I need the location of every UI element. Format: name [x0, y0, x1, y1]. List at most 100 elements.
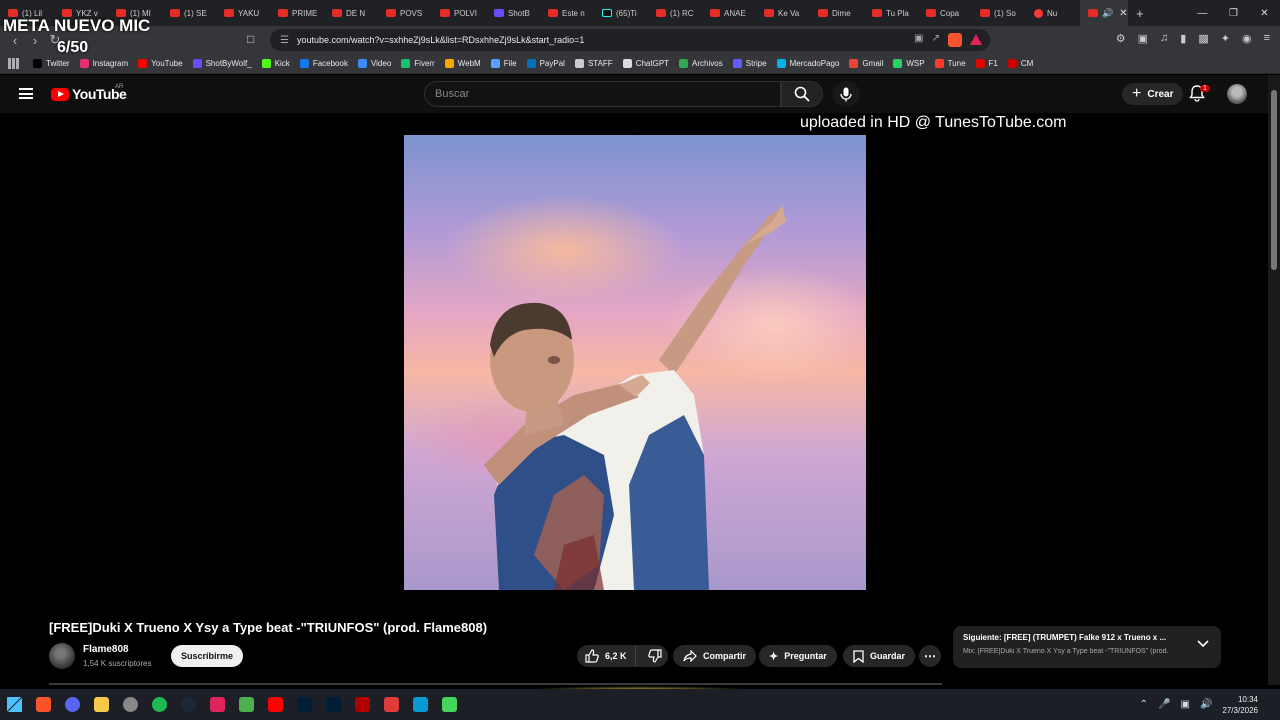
extensions-icon[interactable]: ⚙	[1116, 32, 1126, 45]
bookmark-item[interactable]: Video	[357, 59, 391, 68]
close-tab-icon[interactable]: ✕	[1119, 8, 1127, 19]
bookmark-item[interactable]: File	[490, 59, 517, 68]
clock[interactable]: 10:34 27/3/2026	[1222, 694, 1258, 716]
more-actions-button[interactable]: ⋯	[919, 645, 941, 667]
brave-rewards-icon[interactable]	[970, 34, 982, 45]
bookmark-item[interactable]: Instagram	[79, 59, 128, 68]
minimize-icon[interactable]: —	[1187, 0, 1218, 26]
bookmark-item[interactable]: Facebook	[299, 59, 348, 68]
bookmark-item[interactable]: ChatGPT	[622, 59, 669, 68]
sidebar-icon[interactable]: ▮	[1180, 32, 1186, 45]
bookmark-item[interactable]: MercadoPago	[776, 59, 839, 68]
taskbar-photoshop[interactable]	[290, 689, 319, 720]
bookmark-item[interactable]: YouTube	[138, 59, 183, 68]
wallet-icon[interactable]: ▩	[1198, 32, 1208, 45]
vpn-icon[interactable]: ◉	[1242, 32, 1252, 45]
brave-shield-icon[interactable]	[948, 33, 962, 47]
taskbar-steam[interactable]	[174, 689, 203, 720]
ask-button[interactable]: ✦ Preguntar	[759, 645, 837, 667]
bookmark-item[interactable]: ShotByWolf_	[192, 59, 252, 68]
new-tab-icon[interactable]: +	[1136, 6, 1144, 21]
bookmark-item[interactable]: Kick	[261, 59, 290, 68]
browser-tab[interactable]: YAKU	[216, 0, 270, 26]
bookmark-item[interactable]: WSP	[893, 59, 925, 68]
browser-tab[interactable]: Tu Pla	[864, 0, 918, 26]
share-icon[interactable]: ↗	[932, 33, 940, 47]
mic-tray-icon[interactable]: 🎤	[1158, 699, 1170, 710]
voice-search-button[interactable]	[832, 81, 860, 107]
audio-playing-icon[interactable]: 🔊	[1102, 8, 1113, 19]
user-avatar[interactable]	[1227, 84, 1247, 104]
leo-icon[interactable]: ✦	[1221, 32, 1230, 45]
bookmark-item[interactable]: STAFF	[574, 59, 613, 68]
chevron-down-icon[interactable]	[1197, 640, 1209, 648]
browser-tab[interactable]: Nu	[1026, 0, 1080, 26]
cast-icon[interactable]: ▣	[914, 33, 923, 47]
taskbar-red-app[interactable]	[348, 689, 377, 720]
bookmark-item[interactable]: Tune	[934, 59, 966, 68]
like-button[interactable]: 6,2 K	[577, 645, 636, 667]
browser-tab[interactable]: POVS	[378, 0, 432, 26]
browser-tab[interactable]: POLVI	[432, 0, 486, 26]
bookmark-item[interactable]: Fiverr	[401, 59, 435, 68]
taskbar-brave[interactable]	[29, 689, 58, 720]
browser-tab[interactable]: ANAE	[702, 0, 756, 26]
taskbar-spotify[interactable]	[145, 689, 174, 720]
browser-tab[interactable]: DE N	[324, 0, 378, 26]
taskbar-windows-start[interactable]	[0, 689, 29, 720]
bookmark-item[interactable]: Archivos	[679, 59, 723, 68]
page-scrollbar[interactable]	[1268, 75, 1280, 685]
taskbar-discord[interactable]	[58, 689, 87, 720]
video-frame-image[interactable]	[404, 135, 866, 590]
browser-tab[interactable]: PRIME	[270, 0, 324, 26]
site-info-icon[interactable]: ☰	[280, 35, 289, 46]
bookmark-item[interactable]: WebM	[444, 59, 481, 68]
browser-tab[interactable]: ShotB	[486, 0, 540, 26]
screenshot-icon[interactable]: ▣	[1138, 32, 1148, 45]
channel-avatar[interactable]	[49, 643, 75, 669]
apps-grid-icon[interactable]	[8, 58, 19, 69]
bookmark-icon[interactable]: □	[247, 32, 254, 46]
bookmark-item[interactable]: Twitter	[33, 59, 70, 68]
taskbar-capcut[interactable]	[406, 689, 435, 720]
browser-tab[interactable]: (1) SE	[162, 0, 216, 26]
volume-icon[interactable]: 🔊	[1200, 699, 1212, 710]
bookmark-item[interactable]: F1	[975, 59, 998, 68]
hamburger-menu-icon[interactable]	[19, 88, 33, 99]
tray-chevron-icon[interactable]: ⌃	[1140, 699, 1148, 710]
active-tab[interactable]: 🔊 ✕	[1080, 0, 1128, 26]
browser-tab[interactable]: Dime	[810, 0, 864, 26]
taskbar-file-explorer[interactable]	[87, 689, 116, 720]
subscribe-button[interactable]: Suscribirme	[171, 645, 244, 667]
up-next-card[interactable]: Siguiente: [FREE] (TRUMPET) Falke 912 x …	[953, 626, 1221, 668]
taskbar-adobe[interactable]	[203, 689, 232, 720]
url-bar[interactable]: ☰ youtube.com/watch?v=sxhheZj9sLk&list=R…	[270, 29, 990, 51]
share-button[interactable]: Compartir	[673, 645, 757, 667]
search-button[interactable]	[781, 81, 823, 107]
bookmark-item[interactable]: Gmail	[849, 59, 883, 68]
menu-icon[interactable]: ≡	[1264, 32, 1270, 45]
dislike-button[interactable]	[642, 645, 668, 667]
browser-tab[interactable]: Copa	[918, 0, 972, 26]
scrollbar-thumb[interactable]	[1271, 90, 1277, 270]
taskbar-flstudio[interactable]	[377, 689, 406, 720]
taskbar-youtube[interactable]	[261, 689, 290, 720]
network-icon[interactable]: ▣	[1181, 699, 1190, 710]
bookmark-item[interactable]: PayPal	[526, 59, 565, 68]
maximize-icon[interactable]: ❐	[1218, 0, 1249, 26]
bookmark-item[interactable]: Stripe	[732, 59, 767, 68]
close-icon[interactable]: ✕	[1249, 0, 1280, 26]
browser-tab[interactable]: Ke Va	[756, 0, 810, 26]
taskbar-chrome[interactable]	[116, 689, 145, 720]
taskbar-h-app[interactable]	[435, 689, 464, 720]
taskbar-minecraft[interactable]	[232, 689, 261, 720]
search-input[interactable]	[435, 88, 765, 100]
browser-tab[interactable]: (1) So	[972, 0, 1026, 26]
save-button[interactable]: Guardar	[843, 645, 916, 667]
taskbar-lightroom[interactable]	[319, 689, 348, 720]
browser-tab[interactable]: Este n	[540, 0, 594, 26]
create-button[interactable]: + Crear	[1122, 83, 1184, 105]
media-icon[interactable]: ♫	[1160, 32, 1168, 45]
browser-tab[interactable]: (65)Ti	[594, 0, 648, 26]
channel-name[interactable]: Flame808	[83, 644, 129, 655]
